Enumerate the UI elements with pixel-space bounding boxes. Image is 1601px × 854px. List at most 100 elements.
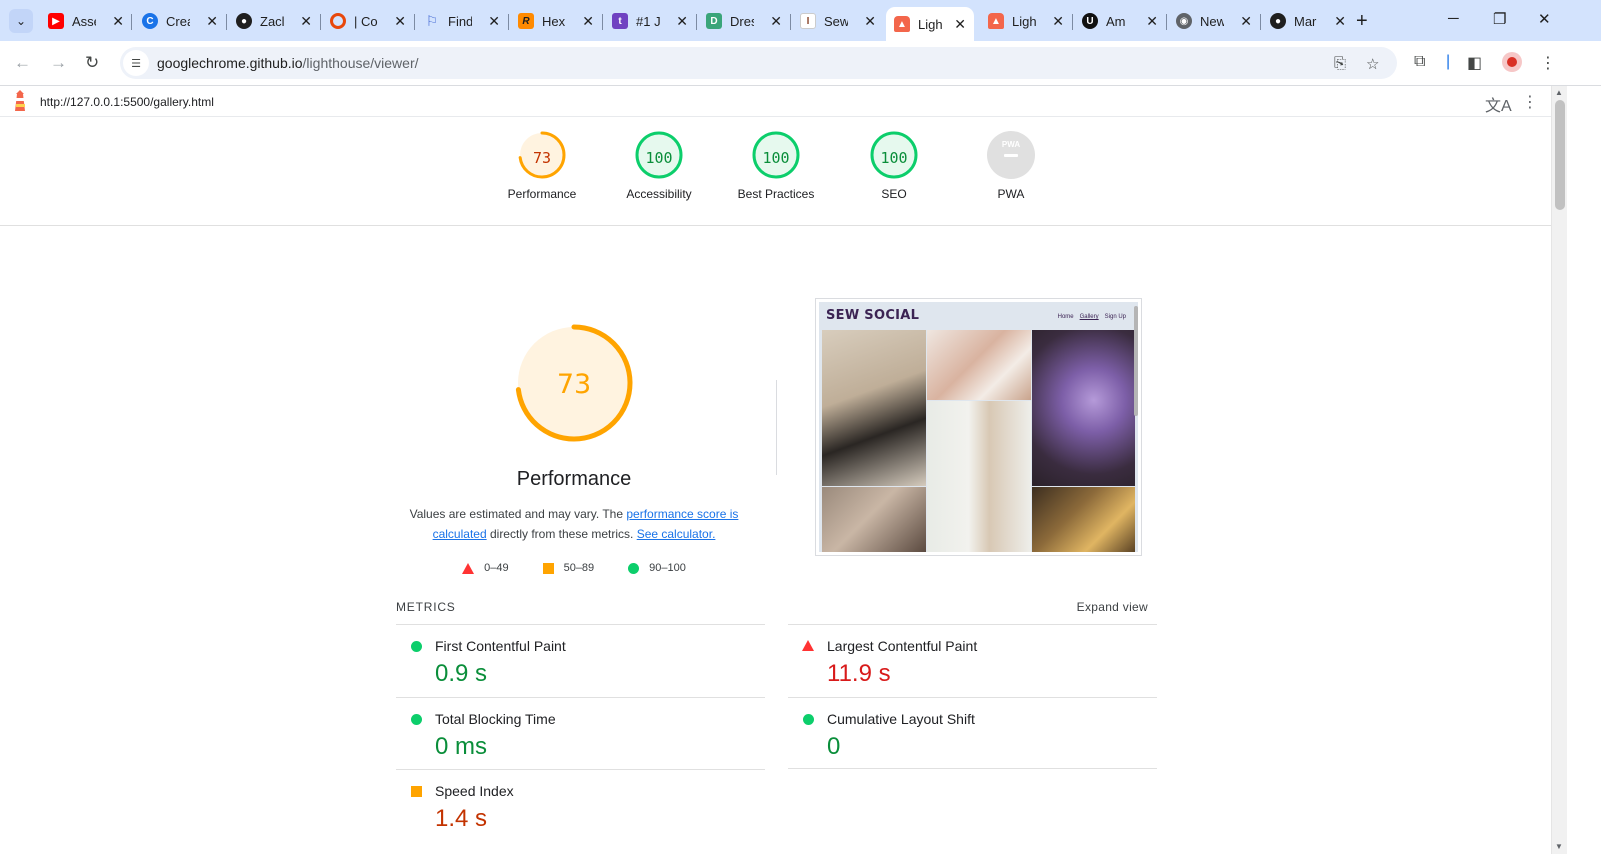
scrollbar-thumb[interactable] [1555, 100, 1565, 210]
close-icon[interactable]: ✕ [112, 13, 124, 30]
close-icon[interactable]: ✕ [1052, 13, 1064, 30]
metric-speed-index[interactable]: Speed Index 1.4 s [396, 769, 765, 842]
gauge-accessibility[interactable]: 100 Accessibility [599, 131, 719, 201]
restore-icon[interactable]: ❐ [1493, 10, 1506, 28]
browser-tab-active[interactable]: ▲ Light ✕ [886, 7, 974, 41]
url-text[interactable]: googlechrome.github.io/lighthouse/viewer… [157, 55, 419, 71]
gauge-score: 100 [645, 149, 673, 167]
browser-tab[interactable]: I Sew ✕ [792, 8, 884, 34]
legend-average: 50–89 [542, 562, 594, 574]
d-logo-icon: D [706, 13, 722, 29]
section-divider [776, 380, 777, 475]
browser-tab[interactable]: ▶ Asse ✕ [40, 8, 132, 34]
scroll-down-icon[interactable]: ▼ [1555, 842, 1563, 851]
gauge-best-practices[interactable]: 100 Best Practices [716, 131, 836, 201]
profile-avatar[interactable] [1502, 52, 1522, 72]
back-icon[interactable]: ← [14, 53, 31, 73]
close-icon[interactable]: ✕ [954, 16, 966, 33]
minimize-icon[interactable]: ─ [1448, 10, 1459, 27]
address-bar[interactable]: ☰ googlechrome.github.io/lighthouse/view… [120, 47, 1397, 79]
close-icon[interactable]: ✕ [300, 13, 312, 30]
tools-menu-icon[interactable]: ⋮ [1522, 92, 1538, 112]
reload-icon[interactable]: ↻ [85, 53, 99, 73]
screenshot-site-title: SEW SOCIAL [826, 308, 920, 323]
pass-circle-icon [411, 641, 422, 652]
purple-logo-icon: t [612, 13, 628, 29]
browser-tab[interactable]: U Am I ✕ [1074, 8, 1166, 34]
browser-tab[interactable]: ▲ Light ✕ [980, 8, 1072, 34]
lighthouse-icon: ▲ [894, 16, 910, 32]
average-square-icon [542, 562, 554, 574]
pwa-badge-icon [987, 131, 1035, 179]
metric-cumulative-layout-shift[interactable]: Cumulative Layout Shift 0 [788, 697, 1157, 770]
forward-icon[interactable]: → [50, 53, 67, 73]
browser-tab[interactable]: | Coc ✕ [322, 8, 414, 34]
gallery-photo [822, 330, 926, 486]
gauge-score: 100 [880, 149, 908, 167]
screenshot-page: SEW SOCIAL Home Gallery Sign Up [819, 302, 1138, 552]
scroll-up-icon[interactable]: ▲ [1555, 88, 1563, 97]
close-icon[interactable]: ✕ [1240, 13, 1252, 30]
fail-triangle-icon [462, 562, 475, 574]
extensions-icon[interactable]: ⧉ [1414, 53, 1425, 71]
gauge-score-large: 73 [557, 369, 591, 400]
expand-view-toggle[interactable]: Expand view [1077, 600, 1148, 614]
browser-tab[interactable]: C Crea ✕ [134, 8, 226, 34]
metric-largest-contentful-paint[interactable]: Largest Contentful Paint 11.9 s [788, 624, 1157, 697]
average-square-icon [411, 786, 422, 797]
gallery-photo [822, 487, 926, 552]
browser-tab[interactable]: ● Zacl ✕ [228, 8, 320, 34]
tab-separator [1072, 14, 1073, 30]
pass-circle-icon [411, 714, 422, 725]
browser-tab[interactable]: D Dres ✕ [698, 8, 790, 34]
browser-tab[interactable]: t #1 JF ✕ [604, 8, 696, 34]
screenshot-scrollbar [1134, 306, 1138, 416]
gauge-label: SEO [881, 187, 907, 201]
page-scrollbar[interactable]: ▲ ▼ [1551, 86, 1567, 854]
browser-tab[interactable]: ⚐ Find ✕ [416, 8, 508, 34]
gauge-seo[interactable]: 100 SEO [834, 131, 954, 201]
final-screenshot[interactable]: SEW SOCIAL Home Gallery Sign Up [815, 298, 1142, 556]
metric-total-blocking-time[interactable]: Total Blocking Time 0 ms [396, 697, 765, 770]
figure-icon: I [800, 13, 816, 29]
site-info-icon[interactable]: ☰ [123, 50, 149, 76]
see-calculator-link[interactable]: See calculator. [637, 527, 716, 541]
side-panel-icon[interactable]: ◧ [1467, 53, 1482, 73]
tab-separator [131, 14, 132, 30]
legend-fail: 0–49 [462, 562, 509, 574]
lighthouse-topbar: http://127.0.0.1:5500/gallery.html 文A ⋮ [0, 86, 1551, 117]
legend-pass: 90–100 [628, 562, 686, 574]
close-icon[interactable]: ✕ [488, 13, 500, 30]
tab-separator [226, 14, 227, 30]
github-icon: ● [236, 13, 252, 29]
chrome-menu-icon[interactable]: ⋮ [1540, 53, 1556, 73]
gauge-performance[interactable]: 73 Performance [482, 131, 602, 201]
translate-icon[interactable]: 文A [1485, 92, 1512, 116]
u-logo-icon: U [1082, 13, 1098, 29]
close-icon[interactable]: ✕ [1334, 13, 1346, 30]
close-icon[interactable]: ✕ [770, 13, 782, 30]
browser-tab[interactable]: R Hex ✕ [510, 8, 602, 34]
close-icon[interactable]: ✕ [1146, 13, 1158, 30]
install-app-icon[interactable]: ⎘ [1334, 55, 1346, 72]
gauge-pwa[interactable]: PWA PWA [951, 131, 1071, 201]
browser-tab[interactable]: ◉ New ✕ [1168, 8, 1260, 34]
metrics-header: METRICS Expand view [396, 600, 1156, 624]
gauge-label: Best Practices [737, 187, 815, 201]
tested-url[interactable]: http://127.0.0.1:5500/gallery.html [40, 95, 214, 109]
close-icon[interactable]: ✕ [864, 13, 876, 30]
close-icon[interactable]: ✕ [394, 13, 406, 30]
performance-gauge-large: 73 [515, 324, 633, 442]
close-icon[interactable]: ✕ [582, 13, 594, 30]
new-tab-icon[interactable]: + [1356, 10, 1368, 33]
metric-first-contentful-paint[interactable]: First Contentful Paint 0.9 s [396, 624, 765, 697]
close-icon[interactable]: ✕ [676, 13, 688, 30]
window-close-icon[interactable]: ✕ [1538, 10, 1551, 28]
browser-tab[interactable]: ● Mar ✕ [1262, 8, 1354, 34]
gauge-label: Accessibility [626, 187, 692, 201]
bookmark-star-icon[interactable]: ☆ [1366, 55, 1379, 73]
r-logo-icon: R [518, 13, 534, 29]
tab-search-chevron-icon[interactable]: ⌄ [9, 9, 33, 33]
screenshot-gallery-grid [822, 330, 1135, 552]
close-icon[interactable]: ✕ [206, 13, 218, 30]
